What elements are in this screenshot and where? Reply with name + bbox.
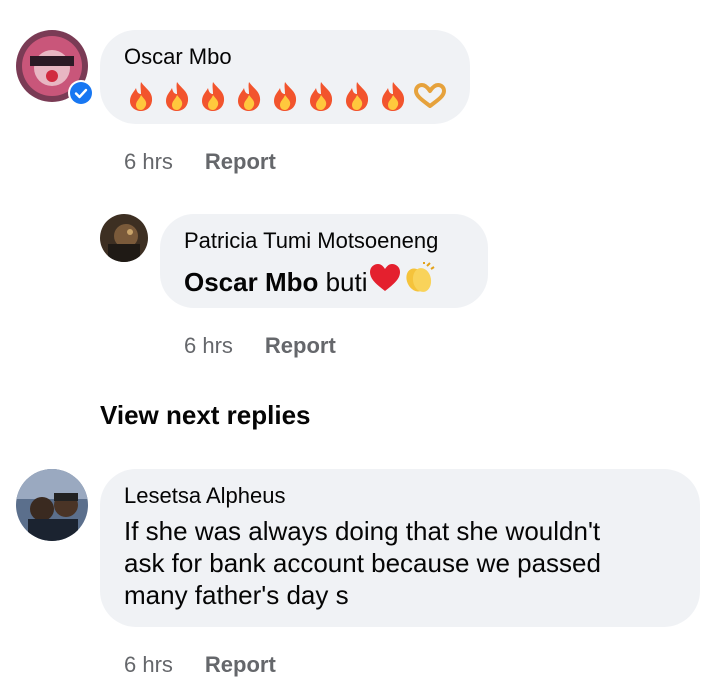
verified-badge-icon xyxy=(68,80,94,106)
fire-emoji-icon xyxy=(340,80,374,117)
fire-emoji-icon xyxy=(304,80,338,117)
comment-body: buti xyxy=(318,266,368,297)
comment-line: many father's day s xyxy=(124,580,349,610)
comment-line: If she was always doing that she wouldn'… xyxy=(124,516,601,546)
report-link[interactable]: Report xyxy=(265,333,336,359)
reply-meta: 6 hrs Report xyxy=(184,333,336,359)
report-link[interactable]: Report xyxy=(205,149,276,175)
comment-line: ask for bank account because we passed xyxy=(124,548,601,578)
fire-emoji-icon xyxy=(376,80,410,117)
fire-emoji-icon xyxy=(232,80,266,117)
comment-meta: 6 hrs Report xyxy=(124,652,276,678)
comment-text: Oscar Mbo buti xyxy=(184,262,464,301)
emoji-row xyxy=(124,80,446,117)
heart-hands-emoji-icon xyxy=(412,82,448,115)
avatar-patricia[interactable] xyxy=(100,214,148,262)
report-link[interactable]: Report xyxy=(205,652,276,678)
fire-emoji-icon xyxy=(160,80,194,117)
mention-link[interactable]: Oscar Mbo xyxy=(184,266,318,298)
comment-author[interactable]: Patricia Tumi Motsoeneng xyxy=(184,228,464,254)
clapping-hands-emoji-icon xyxy=(402,262,436,301)
red-heart-emoji-icon xyxy=(368,263,402,300)
comment-bubble: Oscar Mbo xyxy=(100,30,470,124)
avatar-lesetsa[interactable] xyxy=(16,469,88,541)
comment-text: If she was always doing that she wouldn'… xyxy=(124,515,676,611)
comment-author[interactable]: Oscar Mbo xyxy=(124,44,446,70)
comment-time[interactable]: 6 hrs xyxy=(184,333,233,359)
comment-author[interactable]: Lesetsa Alpheus xyxy=(124,483,676,509)
reply-bubble: Patricia Tumi Motsoeneng Oscar Mbo buti xyxy=(160,214,488,308)
comment-bubble: Lesetsa Alpheus If she was always doing … xyxy=(100,469,700,627)
fire-emoji-icon xyxy=(124,80,158,117)
comment-time[interactable]: 6 hrs xyxy=(124,652,173,678)
comment-meta: 6 hrs Report xyxy=(124,149,276,175)
fire-emoji-icon xyxy=(268,80,302,117)
fire-emoji-icon xyxy=(196,80,230,117)
view-next-replies-link[interactable]: View next replies xyxy=(100,400,311,431)
comment-time[interactable]: 6 hrs xyxy=(124,149,173,175)
